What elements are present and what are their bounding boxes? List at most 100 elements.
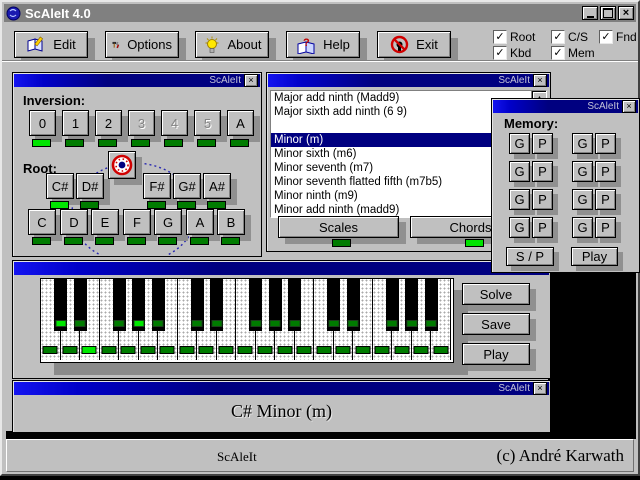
black-key-Csharp3[interactable] <box>327 279 340 331</box>
inversion-button-3[interactable]: 3 <box>128 110 155 136</box>
memory-sp-button[interactable]: S / P <box>506 247 554 266</box>
help-button[interactable]: ? Help <box>286 31 360 58</box>
black-key-Fsharp3[interactable] <box>386 279 399 331</box>
black-key-Gsharp1[interactable] <box>132 279 145 331</box>
memory-put-button[interactable]: P <box>595 161 616 182</box>
memory-put-button[interactable]: P <box>532 189 553 210</box>
chords-indicator <box>465 239 484 247</box>
memory-window-titlebar[interactable]: ScAleIt × <box>493 100 638 113</box>
black-key-Csharp2[interactable] <box>191 279 204 331</box>
black-key-Csharp1[interactable] <box>54 279 67 331</box>
checkbox-fnd[interactable]: ✓Fnd <box>599 29 640 45</box>
black-key-Asharp1[interactable] <box>152 279 165 331</box>
root-button-Gsharp[interactable]: G# <box>173 173 201 199</box>
black-key-Asharp3[interactable] <box>425 279 438 331</box>
black-key-Dsharp1[interactable] <box>74 279 87 331</box>
toolbar-checkboxes: ✓Root✓C/S✓Fnd✓Kbd✓Mem <box>493 29 640 61</box>
inversion-button-5[interactable]: 5 <box>194 110 221 136</box>
black-key-Fsharp1[interactable] <box>113 279 126 331</box>
play-button-label: Play <box>483 347 508 362</box>
checkbox-box[interactable]: ✓ <box>599 30 613 44</box>
close-icon[interactable]: × <box>533 382 547 395</box>
list-window-titlebar[interactable]: ScAleIt × <box>268 74 549 87</box>
close-icon[interactable]: × <box>533 74 547 87</box>
root-indicator <box>95 237 114 245</box>
root-button-Csharp[interactable]: C# <box>46 173 74 199</box>
inversion-button-4[interactable]: 4 <box>161 110 188 136</box>
root-indicator <box>221 237 240 245</box>
memory-get-button[interactable]: G <box>572 189 593 210</box>
black-key-Gsharp2[interactable] <box>269 279 282 331</box>
root-button-Dsharp[interactable]: D# <box>76 173 104 199</box>
scales-button[interactable]: Scales <box>278 216 399 238</box>
close-icon[interactable]: × <box>622 100 636 113</box>
memory-put-button[interactable]: P <box>532 133 553 154</box>
memory-get-button[interactable]: G <box>509 133 530 154</box>
checkbox-cs[interactable]: ✓C/S <box>551 29 599 45</box>
keyboard-window-titlebar[interactable] <box>14 262 549 275</box>
memory-get-button[interactable]: G <box>509 189 530 210</box>
root-button-C[interactable]: C <box>28 209 56 235</box>
root-button-Fsharp[interactable]: F# <box>143 173 171 199</box>
root-button-E[interactable]: E <box>91 209 119 235</box>
key-indicator <box>375 346 390 354</box>
app-icon[interactable] <box>6 6 21 21</box>
inversion-indicator <box>131 139 150 147</box>
key-indicator <box>394 346 409 354</box>
inversion-button-0[interactable]: 0 <box>29 110 56 136</box>
memory-get-button[interactable]: G <box>572 133 593 154</box>
checkbox-root[interactable]: ✓Root <box>493 29 551 45</box>
inversion-button-1[interactable]: 1 <box>62 110 89 136</box>
close-icon[interactable]: × <box>244 74 258 87</box>
minimize-button[interactable] <box>582 6 598 20</box>
root-button-A[interactable]: A <box>186 209 214 235</box>
memory-get-button[interactable]: G <box>572 161 593 182</box>
checkbox-box[interactable]: ✓ <box>493 30 507 44</box>
root-button-B[interactable]: B <box>217 209 245 235</box>
solve-button[interactable]: Solve <box>462 283 530 305</box>
result-window: ScAleIt × C# Minor (m) <box>12 380 551 433</box>
exit-button[interactable]: Exit <box>377 31 451 58</box>
memory-get-button[interactable]: G <box>509 217 530 238</box>
inversion-label: Inversion: <box>23 93 85 108</box>
edit-button[interactable]: Edit <box>14 31 88 58</box>
black-key-Fsharp2[interactable] <box>249 279 262 331</box>
play-button[interactable]: Play <box>462 343 530 365</box>
root-button-D[interactable]: D <box>60 209 88 235</box>
maximize-button[interactable] <box>600 6 616 20</box>
result-window-titlebar[interactable]: ScAleIt × <box>14 382 549 395</box>
memory-get-button[interactable]: G <box>572 217 593 238</box>
close-button[interactable]: × <box>618 6 634 20</box>
memory-put-button[interactable]: P <box>532 161 553 182</box>
inversion-window-titlebar[interactable]: ScAleIt × <box>14 74 260 87</box>
root-indicator <box>80 201 99 209</box>
save-button[interactable]: Save <box>462 313 530 335</box>
window-titlebar[interactable]: ScAleIt 4.0 × <box>4 4 636 22</box>
about-button[interactable]: About <box>195 31 269 58</box>
memory-put-button[interactable]: P <box>595 217 616 238</box>
inversion-button-A[interactable]: A <box>227 110 254 136</box>
checkbox-mem[interactable]: ✓Mem <box>551 45 599 61</box>
checkbox-box[interactable]: ✓ <box>551 30 565 44</box>
memory-get-button[interactable]: G <box>509 161 530 182</box>
checkbox-kbd[interactable]: ✓Kbd <box>493 45 551 61</box>
black-key-Asharp2[interactable] <box>288 279 301 331</box>
memory-put-button[interactable]: P <box>595 133 616 154</box>
memory-play-button[interactable]: Play <box>571 247 618 266</box>
circle-of-fifths-button[interactable] <box>108 151 136 179</box>
memory-put-button[interactable]: P <box>595 189 616 210</box>
root-button-G[interactable]: G <box>154 209 182 235</box>
black-key-Dsharp2[interactable] <box>210 279 223 331</box>
checkbox-box[interactable]: ✓ <box>551 46 565 60</box>
black-key-Dsharp3[interactable] <box>347 279 360 331</box>
checkbox-label: Fnd <box>616 30 637 44</box>
checkbox-box[interactable]: ✓ <box>493 46 507 60</box>
memory-put-button[interactable]: P <box>532 217 553 238</box>
options-button[interactable]: Options <box>105 31 179 58</box>
inversion-button-2[interactable]: 2 <box>95 110 122 136</box>
root-button-F[interactable]: F <box>123 209 151 235</box>
black-key-Gsharp3[interactable] <box>405 279 418 331</box>
svg-text:?: ? <box>303 37 310 49</box>
checkbox-label: C/S <box>568 30 588 44</box>
root-button-Asharp[interactable]: A# <box>203 173 231 199</box>
